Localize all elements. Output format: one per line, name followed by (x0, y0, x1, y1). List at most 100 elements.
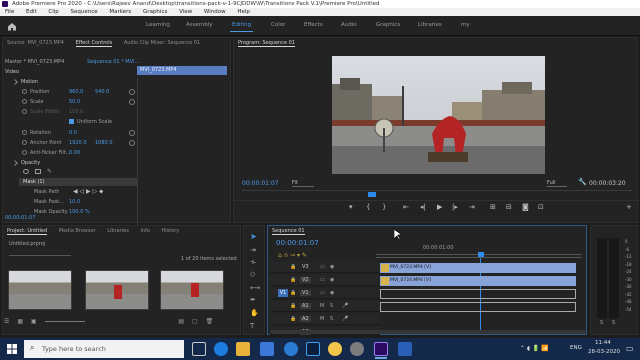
motion-row[interactable]: Motion (3, 77, 137, 87)
language-indicator[interactable]: ENG (570, 345, 582, 351)
mask-opacity-value[interactable]: 100.0 % (69, 209, 90, 215)
stopwatch-icon[interactable] (22, 130, 27, 135)
uniform-scale-checkbox[interactable] (69, 119, 74, 124)
tab-media-browser[interactable]: Media Browser (59, 228, 96, 234)
freeform-view-icon[interactable]: ▣ (31, 318, 37, 325)
source-patch-v1[interactable]: V1 (278, 289, 288, 297)
menu-window[interactable]: Window (204, 9, 226, 15)
step-forward-icon[interactable]: |▸ (452, 203, 458, 211)
go-to-out-icon[interactable]: ⇥ (469, 203, 475, 211)
mask-feather-value[interactable]: 10.0 (69, 199, 80, 205)
mark-in-icon[interactable]: { (366, 203, 370, 211)
stopwatch-icon[interactable] (22, 99, 27, 104)
sync-lock-icon[interactable]: ▭ (320, 290, 325, 296)
tab-project[interactable]: Project: Untitled (7, 228, 48, 235)
program-timeline-ruler[interactable] (242, 190, 632, 196)
clip-v1[interactable]: MVI_0724.MP4 [V] (380, 276, 576, 286)
mark-out-icon[interactable]: } (382, 203, 386, 211)
stopwatch-icon[interactable] (22, 89, 27, 94)
sync-lock-icon[interactable]: ▭ (320, 264, 325, 270)
menu-clip[interactable]: Clip (48, 9, 58, 15)
file-explorer-icon[interactable] (236, 342, 250, 356)
lock-icon[interactable]: 🔒 (290, 264, 296, 270)
mask-track-buttons[interactable]: ◀ ◁ ▶ ▷ ⬥ (73, 188, 103, 196)
track-header-a2[interactable]: 🔒 A2 M S 🎤 (270, 314, 380, 325)
play-icon[interactable]: ▶ (437, 203, 442, 211)
clip-v2[interactable]: MVI_0723.MP4 [V] (380, 263, 576, 273)
lock-icon[interactable]: 🔒 (290, 303, 296, 309)
selection-tool-icon[interactable]: ➤ (250, 232, 257, 241)
tab-effect-controls[interactable]: Effect Controls (75, 40, 113, 47)
tab-sequence-01[interactable]: Sequence 01 (272, 228, 305, 235)
task-view-icon[interactable] (192, 342, 206, 356)
effect-timecode[interactable]: 00:00:01:07 (5, 215, 36, 221)
stopwatch-icon[interactable] (22, 150, 27, 155)
track-header-v3[interactable]: 🔒 V3 ▭ ◉ (270, 262, 380, 273)
mail-icon[interactable] (260, 342, 274, 356)
master-clip-label[interactable]: Master * MVI_0723.MP4 (5, 59, 64, 65)
solo-right-button[interactable]: S (612, 320, 615, 326)
workspace-color[interactable]: Color (271, 22, 285, 28)
new-item-icon[interactable]: ▢ (192, 318, 198, 325)
resolution-select[interactable]: Full (547, 180, 567, 187)
tab-info[interactable]: Info (140, 228, 149, 234)
workspace-learning[interactable]: Learning (146, 22, 170, 28)
workspace-editing[interactable]: Editing (229, 22, 254, 32)
button-editor-icon[interactable]: ⊡ (538, 203, 544, 211)
clock-date[interactable]: 28-03-2020 (588, 349, 620, 355)
photoshop-icon[interactable] (306, 342, 320, 356)
workspace-my[interactable]: my (461, 22, 470, 28)
rotation-value[interactable]: 0.0 (69, 130, 77, 136)
menu-graphics[interactable]: Graphics (143, 9, 167, 15)
add-button-icon[interactable]: + (626, 203, 632, 211)
notification-icon[interactable]: ▭ (626, 344, 634, 353)
settings-icon[interactable]: 🔧 (578, 178, 587, 186)
home-icon[interactable] (7, 22, 17, 31)
project-thumbnail-3[interactable] (160, 270, 224, 310)
slip-tool-icon[interactable]: ⟷ (250, 284, 260, 292)
tab-source[interactable]: Source: MVI_0723.MP4 (7, 40, 64, 46)
new-bin-icon[interactable]: ▤ (178, 318, 184, 325)
track-header-v1[interactable]: V1 🔒 V1 ▭ ◉ (270, 288, 380, 299)
position-y-value[interactable]: 540.0 (95, 89, 109, 95)
eye-icon[interactable]: ◉ (330, 264, 334, 270)
track-header-a1[interactable]: 🔒 A1 M S 🎤 (270, 301, 380, 312)
lock-icon[interactable]: 🔒 (290, 290, 296, 296)
pen-icon[interactable]: ✎ (47, 168, 53, 175)
mute-button[interactable]: M (320, 303, 324, 309)
menu-markers[interactable]: Markers (109, 9, 131, 15)
export-frame-icon[interactable]: ◙ (522, 203, 529, 211)
timeline-timecode[interactable]: 00:00:01:07 (276, 239, 319, 247)
mask-feather-row[interactable]: Mask Feat... 10.0 (3, 197, 137, 207)
anchor-y-value[interactable]: 1080.0 (95, 140, 113, 146)
step-back-icon[interactable]: ◂| (420, 203, 426, 211)
workspace-graphics[interactable]: Graphics (376, 22, 400, 28)
scale-value[interactable]: 50.0 (69, 99, 80, 105)
menu-view[interactable]: View (179, 9, 192, 15)
program-timecode-current[interactable]: 00:00:01:07 (242, 180, 279, 187)
razor-tool-icon[interactable]: ◇ (250, 270, 255, 278)
tab-audio-clip-mixer[interactable]: Audio Clip Mixer: Sequence 01 (124, 40, 200, 46)
menu-sequence[interactable]: Sequence (71, 9, 98, 15)
edge-icon[interactable] (214, 342, 228, 356)
mic-icon[interactable]: 🎤 (342, 303, 348, 309)
eye-icon[interactable]: ◉ (330, 290, 334, 296)
program-playhead[interactable] (368, 192, 376, 197)
scale-row[interactable]: Scale 50.0 (3, 97, 137, 107)
reset-icon[interactable] (129, 130, 135, 136)
menu-file[interactable]: File (5, 9, 14, 15)
type-tool-icon[interactable]: T (250, 322, 254, 330)
zoom-slider[interactable] (44, 321, 85, 322)
go-to-in-icon[interactable]: ⇤ (403, 203, 409, 211)
premiere-pro-taskbar-icon[interactable] (374, 342, 388, 359)
chrome-icon[interactable] (328, 342, 342, 356)
mic-icon[interactable]: 🎤 (342, 316, 348, 322)
windows-start-icon[interactable] (7, 344, 17, 354)
sync-lock-icon[interactable]: ▭ (320, 277, 325, 283)
anchor-row[interactable]: Anchor Point 1920.0 1080.0 (3, 138, 137, 148)
menu-edit[interactable]: Edit (26, 9, 37, 15)
project-search-input[interactable] (9, 250, 71, 256)
trash-icon[interactable]: 🗑 (206, 318, 214, 325)
timeline-scrollbar[interactable] (270, 330, 586, 334)
tab-program[interactable]: Program: Sequence 01 (238, 40, 295, 47)
